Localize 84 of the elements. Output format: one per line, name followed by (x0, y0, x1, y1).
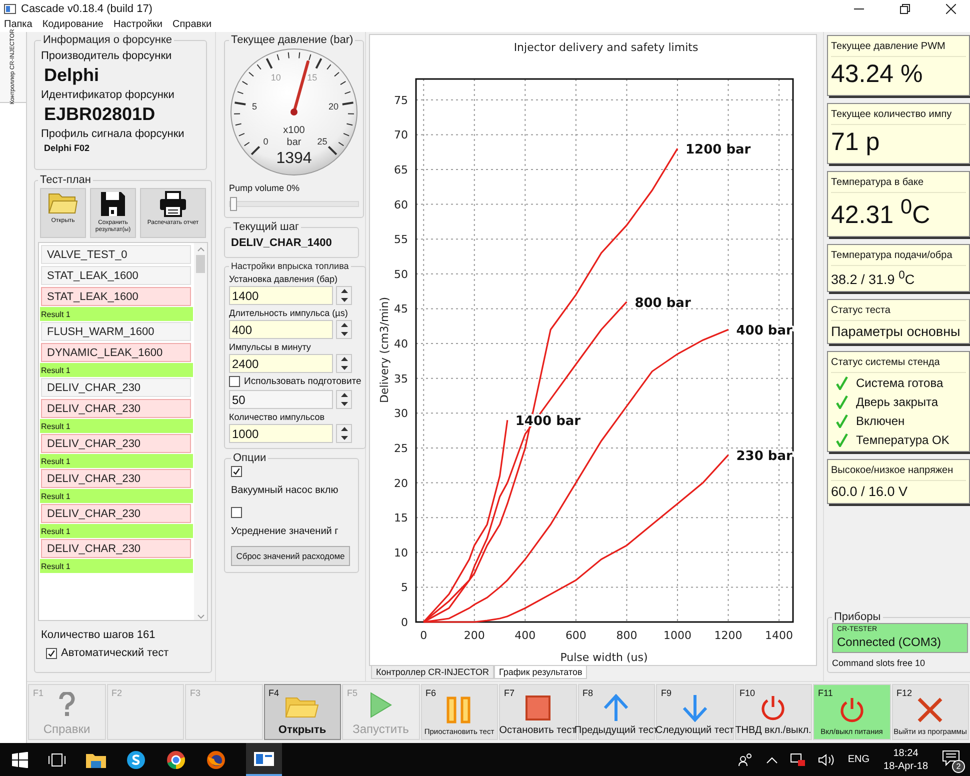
x-tick-label: 800 (616, 629, 638, 642)
y-tick-label: 10 (394, 546, 408, 560)
group-title: Настройки впрыска топлива (230, 261, 350, 271)
field-value: EJBR02801D (44, 104, 156, 125)
group-title: Тест-план (39, 174, 92, 186)
device-status: Connected (COM3) (837, 635, 942, 650)
result-bar: Result 1 (40, 363, 193, 377)
status-label: Дверь закрыта (856, 394, 938, 409)
result-bar: Result 1 (40, 489, 193, 503)
readout-title: Статус теста (831, 302, 966, 321)
pump-volume-label: Pump volume 0% (229, 183, 300, 193)
checkbox-label: Усреднение значений г (231, 526, 340, 537)
current-step-value: DELIV_CHAR_1400 (231, 236, 333, 251)
y-tick-label: 70 (394, 128, 408, 142)
y-axis-title: Delivery (cm3/min) (378, 297, 391, 403)
readout-value: 42.31 $^{0}$C (831, 195, 932, 232)
readout-value: 43.24 % (831, 59, 924, 90)
readout-title: Температура в баке (831, 174, 966, 193)
field-value: Delphi F02 (44, 143, 91, 153)
y-tick-label: 45 (394, 302, 408, 316)
result-bar: Result 1 (40, 307, 193, 321)
y-tick-label: 60 (394, 198, 408, 212)
checkbox-label: Автоматический тест (61, 647, 169, 659)
readout-value: Параметры основны (831, 322, 962, 341)
readout-title: Текущее количество импу (831, 106, 966, 125)
x-tick-label: 0 (420, 629, 428, 642)
field-label: Профиль сигнала форсунки (41, 128, 186, 140)
readout-title: Высокое/низкое напряжен (831, 462, 966, 481)
command-slots-label: Command slots free 10 (832, 658, 926, 668)
x-axis-title: Pulse width (us) (560, 651, 648, 664)
y-tick-label: 40 (394, 338, 408, 351)
y-tick-label: 50 (394, 268, 408, 281)
group-title: Текущее давление (bar) (230, 34, 354, 46)
x-tick-label: 1200 (714, 629, 742, 642)
checkbox-label: Вакуумный насос вклю (231, 485, 340, 496)
y-tick-label: 25 (394, 442, 408, 455)
field-label: Количество импульсов (229, 412, 326, 422)
x-tick-label: 1000 (664, 629, 692, 642)
field-label: Длительность импульса (µs) (229, 308, 349, 318)
field-label: Идентификатор форсунки (41, 89, 176, 101)
group-title: Опции (232, 452, 268, 464)
status-label: Температура OK (856, 432, 950, 447)
readout-value: 38.2 / 31.9 $^{0}$C (831, 268, 916, 289)
x-tick-label: 600 (565, 629, 586, 642)
series-label: 230 bar (736, 448, 792, 464)
readout-title: Температура подачи/обра (831, 247, 966, 266)
pressure-gauge: 0 5 10 15 20 25 x100 bar 1394 (229, 47, 359, 177)
group-title: Информация о форсунке (42, 34, 173, 46)
group-title: Приборы (833, 611, 882, 624)
status-label: Включен (856, 414, 905, 428)
field-label: Импульсы в минуту (229, 342, 312, 352)
readout-title: Текущее давление PWM (831, 38, 966, 57)
x-tick-label: 200 (464, 629, 485, 642)
field-label: Производитель форсунки (41, 50, 173, 62)
y-tick-label: 35 (394, 372, 408, 386)
y-tick-label: 15 (394, 512, 408, 525)
readout-value: 60.0 / 16.0 V (831, 482, 909, 501)
x-tick-label: 400 (514, 629, 536, 642)
step-count: Количество шагов 161 (41, 629, 156, 641)
result-bar: Result 1 (40, 559, 193, 573)
chart-title: Injector delivery and safety limits (514, 41, 698, 54)
checkbox-label: Использовать подготовите (244, 376, 362, 387)
group-title: Текущий шаг (232, 221, 300, 233)
notification-count: 2 (952, 760, 965, 773)
x-tick-label: 1400 (765, 629, 794, 642)
result-bar: Result 1 (40, 524, 193, 538)
result-bar: Result 1 (40, 419, 193, 433)
y-tick-label: 55 (394, 233, 408, 246)
status-label: Система готова (856, 376, 944, 390)
window-title: Cascade v0.18.4 (build 17) (21, 2, 152, 14)
series-label: 1200 bar (686, 142, 751, 158)
y-tick-label: 0 (401, 616, 408, 629)
y-tick-label: 20 (394, 476, 408, 490)
readout-value: 71 p (831, 127, 881, 158)
field-value: Delphi (44, 65, 100, 86)
field-label: Установка давления (бар) (229, 274, 338, 284)
y-tick-label: 5 (401, 581, 408, 594)
series-label: 800 bar (634, 296, 691, 311)
y-tick-label: 30 (394, 407, 408, 420)
y-tick-label: 65 (394, 164, 408, 176)
y-tick-label: 75 (394, 94, 408, 107)
readout-title: Статус системы стенда (831, 354, 966, 373)
series-label: 400 bar (736, 324, 792, 339)
result-bar: Result 1 (40, 454, 193, 468)
